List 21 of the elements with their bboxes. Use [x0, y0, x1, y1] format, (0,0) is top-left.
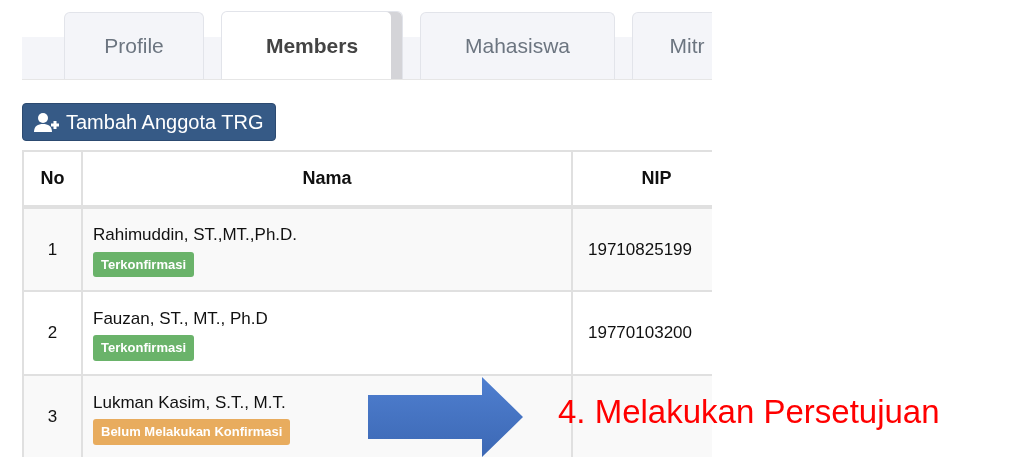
column-header: No	[40, 168, 65, 188]
member-name: Lukman Kasim, S.T., M.T.	[93, 391, 287, 414]
annotation-text: 4. Melakukan Persetujuan	[558, 392, 940, 432]
tab[interactable]: Mahasiswa	[420, 12, 615, 79]
row-number: 1	[47, 239, 58, 259]
row-number: 3	[47, 407, 58, 427]
nip-number: 19710825199	[588, 239, 692, 259]
nip-number: 19770103200	[588, 323, 692, 343]
tab[interactable]: Profile	[64, 12, 204, 79]
user-plus-icon	[34, 112, 60, 132]
member-name: Rahimuddin, ST.,MT.,Ph.D.	[93, 224, 299, 246]
row-number: 2	[47, 323, 58, 343]
column-header: NIP	[641, 168, 672, 188]
status-badge: Terkonfirmasi	[93, 335, 194, 361]
member-name: Fauzan, ST., MT., Ph.D	[93, 307, 269, 330]
status-badge: Belum Melakukan Konfirmasi	[93, 419, 291, 445]
add-member-button[interactable]: Tambah Anggota TRG	[22, 103, 276, 141]
column-header: Nama	[302, 168, 352, 188]
tab[interactable]: Members	[221, 11, 403, 79]
status-badge: Terkonfirmasi	[93, 251, 194, 277]
tab[interactable]: Mitr	[632, 12, 712, 79]
